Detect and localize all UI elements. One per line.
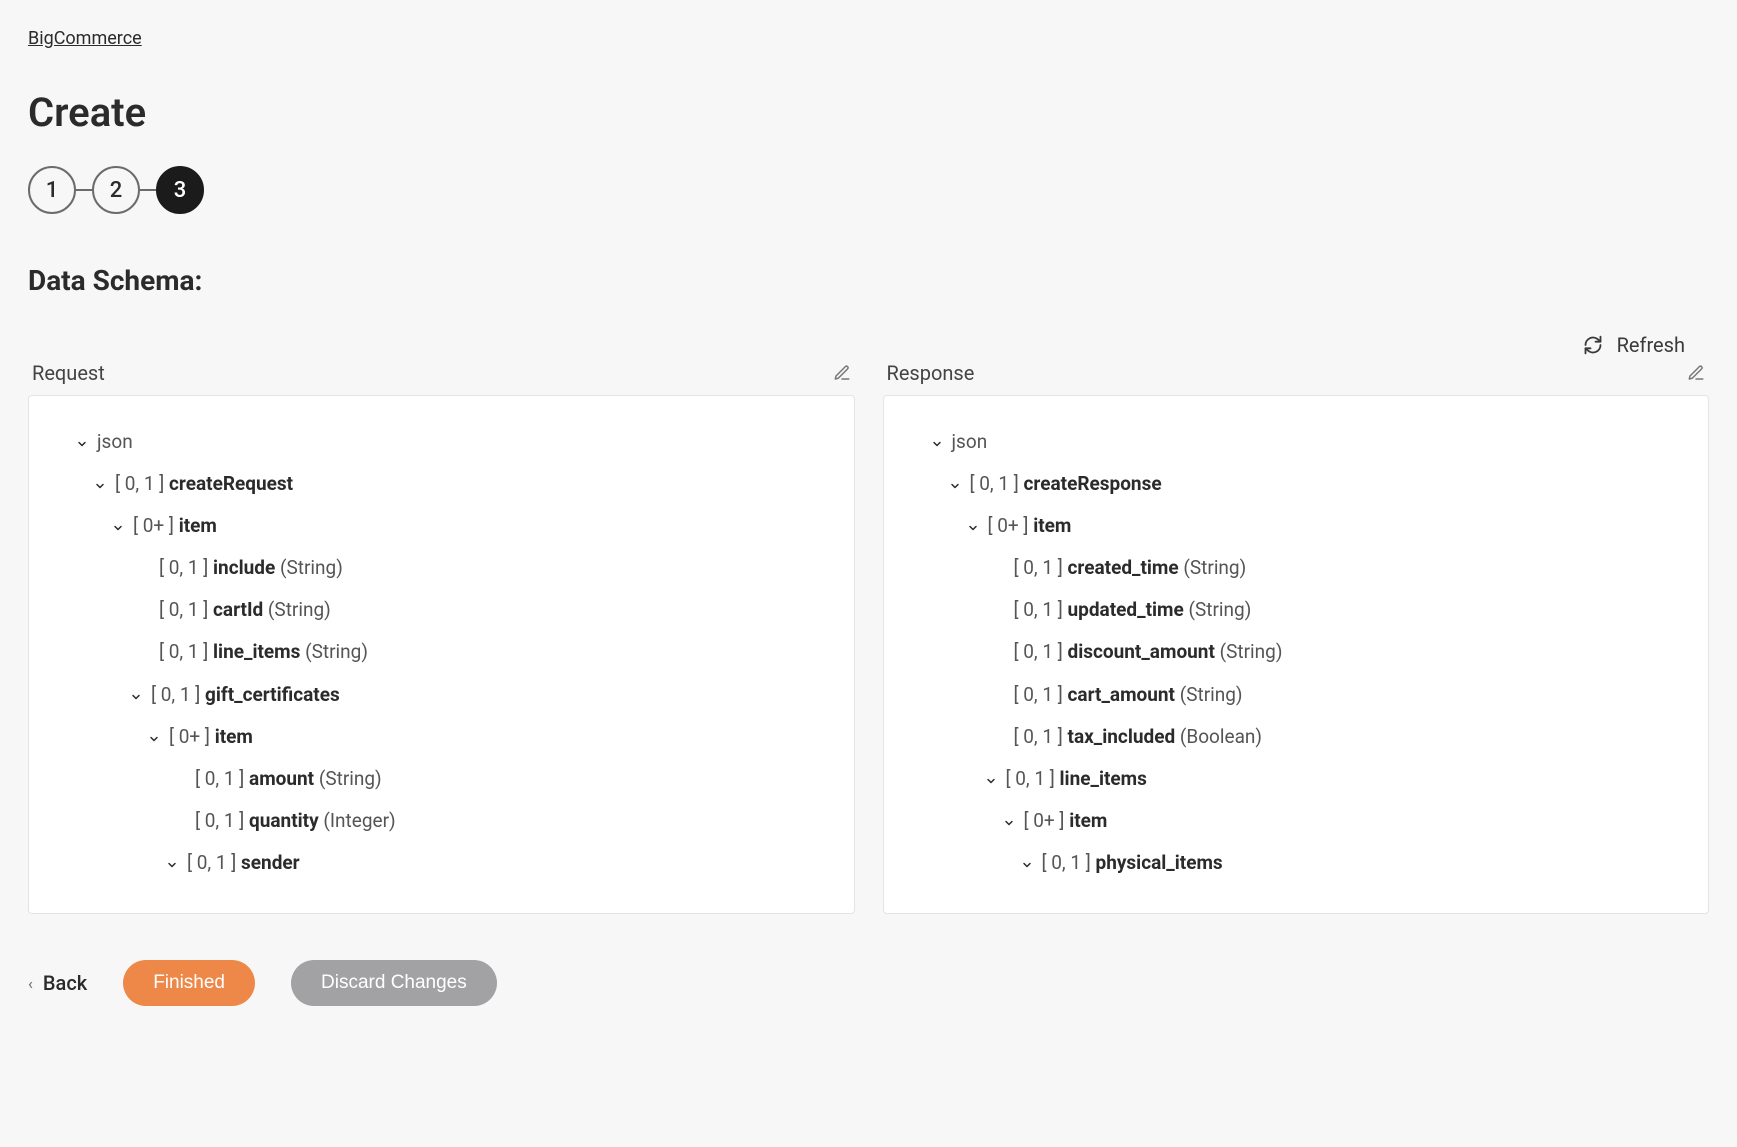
schema-node: [ 0, 1 ] line_items (String) — [129, 634, 830, 670]
stepper-line — [140, 189, 156, 191]
schema-node: [ 0, 1 ] cartId (String) — [129, 592, 830, 628]
schema-node-label: json — [952, 424, 988, 460]
schema-node-label: [ 0+ ] item — [988, 508, 1072, 544]
pencil-icon[interactable] — [833, 364, 851, 382]
section-title: Data Schema: — [28, 264, 1709, 297]
schema-node-label: [ 0, 1 ] updated_time (String) — [1014, 592, 1252, 628]
pencil-icon[interactable] — [1687, 364, 1705, 382]
schema-node: [ 0+ ] item — [966, 508, 1685, 544]
schema-node: [ 0, 1 ] createRequest — [93, 466, 830, 502]
schema-node: [ 0, 1 ] physical_items — [1020, 845, 1685, 881]
response-schema: json [ 0, 1 ] createResponse [ 0+ ] item [ … — [883, 395, 1710, 914]
chevron-down-icon[interactable] — [984, 774, 998, 788]
discard-changes-button[interactable]: Discard Changes — [291, 960, 497, 1006]
chevron-down-icon[interactable] — [1002, 816, 1016, 830]
schema-node: [ 0, 1 ] quantity (Integer) — [165, 803, 830, 839]
refresh-icon[interactable] — [1583, 335, 1603, 355]
chevron-left-icon: ‹ — [28, 974, 33, 993]
chevron-down-icon[interactable] — [75, 437, 89, 451]
schema-node: [ 0, 1 ] tax_included (Boolean) — [984, 719, 1685, 755]
schema-node: [ 0, 1 ] discount_amount (String) — [984, 634, 1685, 670]
schema-node-label: [ 0, 1 ] cart_amount (String) — [1014, 677, 1243, 713]
chevron-down-icon[interactable] — [129, 690, 143, 704]
stepper: 1 2 3 — [28, 166, 1709, 214]
schema-node-label: [ 0, 1 ] quantity (Integer) — [195, 803, 396, 839]
schema-node: [ 0, 1 ] amount (String) — [165, 761, 830, 797]
refresh-label[interactable]: Refresh — [1617, 333, 1685, 357]
back-button[interactable]: ‹ Back — [28, 971, 87, 995]
chevron-down-icon[interactable] — [948, 479, 962, 493]
schema-node: [ 0, 1 ] gift_certificates — [129, 677, 830, 713]
schema-node: [ 0, 1 ] updated_time (String) — [984, 592, 1685, 628]
chevron-down-icon[interactable] — [111, 521, 125, 535]
schema-node-label: [ 0, 1 ] createRequest — [115, 466, 293, 502]
chevron-down-icon[interactable] — [147, 732, 161, 746]
schema-node-label: [ 0, 1 ] line_items — [1006, 761, 1147, 797]
schema-node-label: [ 0, 1 ] createResponse — [970, 466, 1162, 502]
schema-node-label: [ 0, 1 ] line_items (String) — [159, 634, 368, 670]
schema-node-label: [ 0, 1 ] tax_included (Boolean) — [1014, 719, 1263, 755]
schema-node-label: [ 0, 1 ] sender — [187, 845, 300, 881]
chevron-down-icon[interactable] — [930, 437, 944, 451]
request-title: Request — [32, 361, 105, 385]
schema-node-label: [ 0+ ] item — [169, 719, 253, 755]
step-2[interactable]: 2 — [92, 166, 140, 214]
schema-node-label: [ 0, 1 ] amount (String) — [195, 761, 382, 797]
chevron-down-icon[interactable] — [93, 479, 107, 493]
schema-node: [ 0, 1 ] created_time (String) — [984, 550, 1685, 586]
step-3[interactable]: 3 — [156, 166, 204, 214]
step-1[interactable]: 1 — [28, 166, 76, 214]
breadcrumb-bigcommerce[interactable]: BigCommerce — [28, 28, 142, 49]
schema-node: json — [75, 424, 830, 460]
page-title: Create — [28, 89, 1709, 136]
back-label: Back — [43, 971, 87, 995]
schema-node-label: json — [97, 424, 133, 460]
schema-node-label: [ 0, 1 ] physical_items — [1042, 845, 1223, 881]
schema-node: [ 0, 1 ] include (String) — [129, 550, 830, 586]
schema-node: [ 0, 1 ] cart_amount (String) — [984, 677, 1685, 713]
schema-node: [ 0, 1 ] line_items — [984, 761, 1685, 797]
schema-node: [ 0+ ] item — [111, 508, 830, 544]
schema-node-label: [ 0, 1 ] gift_certificates — [151, 677, 340, 713]
request-schema: json [ 0, 1 ] createRequest [ 0+ ] item [ 0… — [28, 395, 855, 914]
schema-node-label: [ 0+ ] item — [1024, 803, 1108, 839]
schema-node-label: [ 0, 1 ] include (String) — [159, 550, 343, 586]
schema-node-label: [ 0+ ] item — [133, 508, 217, 544]
schema-node: [ 0+ ] item — [147, 719, 830, 755]
chevron-down-icon[interactable] — [966, 521, 980, 535]
chevron-down-icon[interactable] — [1020, 858, 1034, 872]
schema-node: [ 0+ ] item — [1002, 803, 1685, 839]
schema-node-label: [ 0, 1 ] created_time (String) — [1014, 550, 1247, 586]
chevron-down-icon[interactable] — [165, 858, 179, 872]
response-title: Response — [887, 361, 975, 385]
schema-node: json — [930, 424, 1685, 460]
schema-node-label: [ 0, 1 ] cartId (String) — [159, 592, 331, 628]
finished-button[interactable]: Finished — [123, 960, 255, 1006]
schema-node: [ 0, 1 ] sender — [165, 845, 830, 881]
schema-node-label: [ 0, 1 ] discount_amount (String) — [1014, 634, 1283, 670]
schema-node: [ 0, 1 ] createResponse — [948, 466, 1685, 502]
stepper-line — [76, 189, 92, 191]
